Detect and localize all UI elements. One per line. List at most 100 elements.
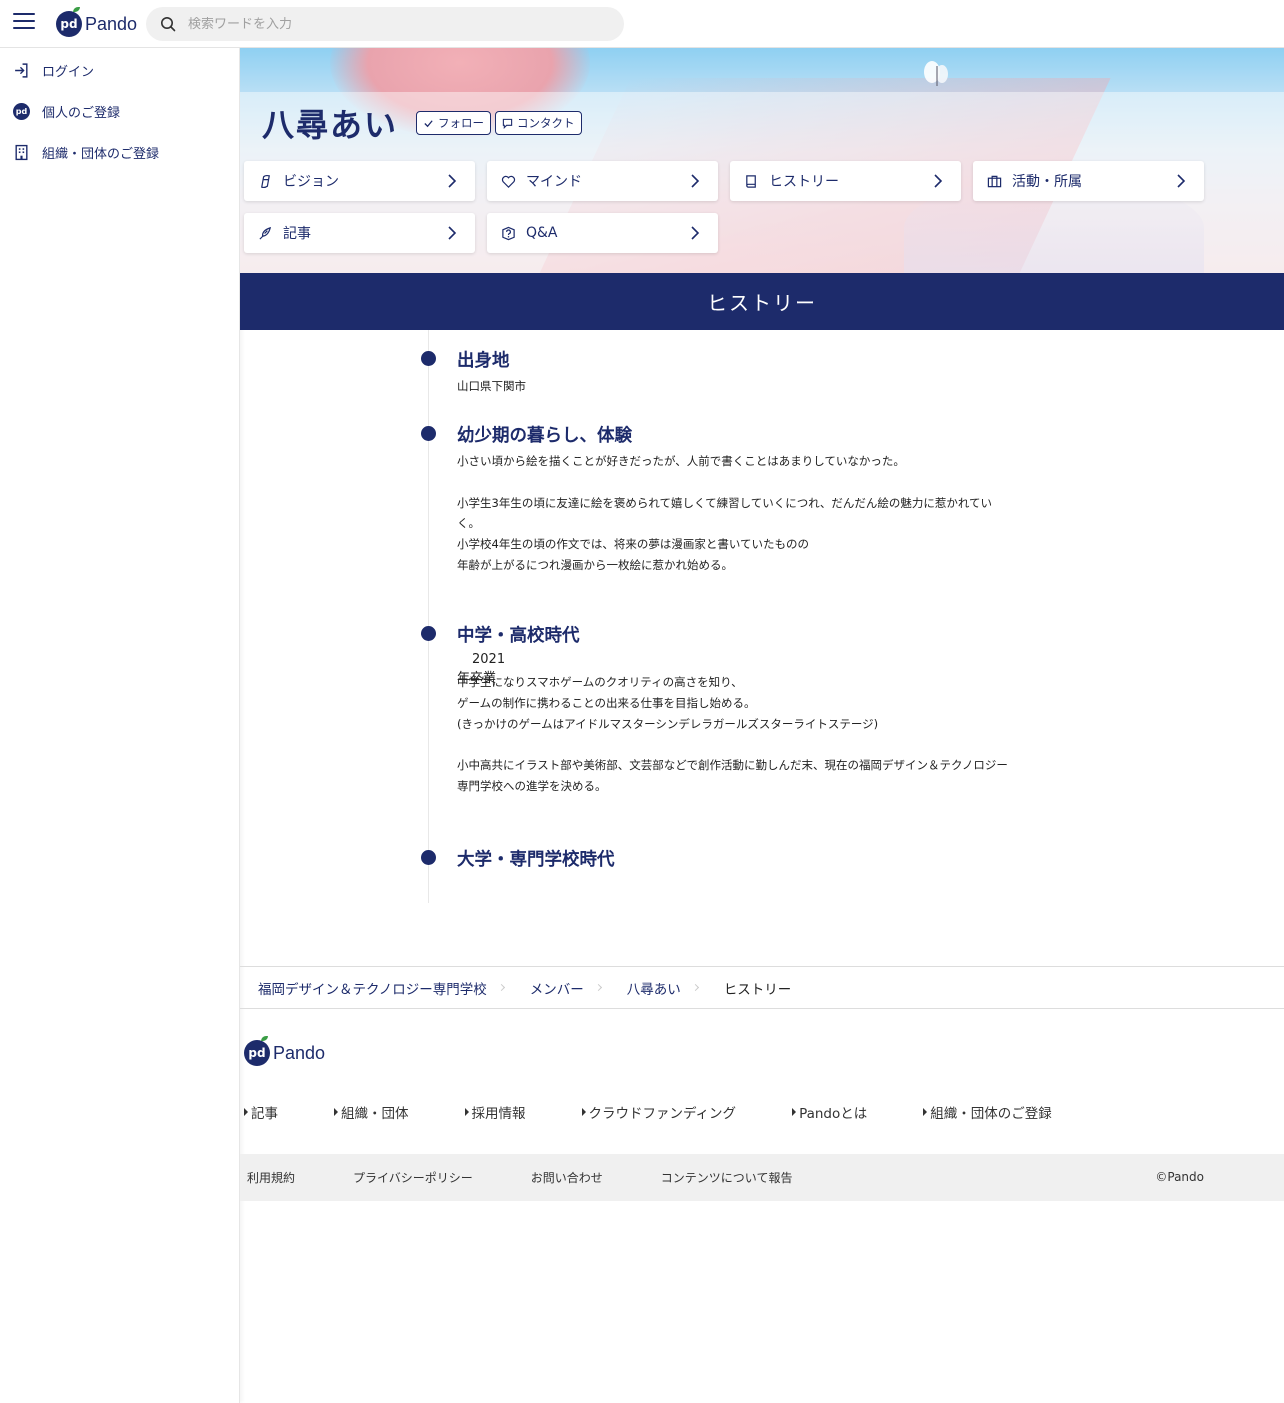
footer-link-label: 採用情報: [471, 1106, 526, 1122]
check-icon: [424, 119, 433, 127]
footer-link-label: 記事: [251, 1106, 278, 1122]
book-icon: [746, 174, 756, 188]
footer-link-label: クラウドファンディング: [588, 1106, 737, 1122]
chevron-right-icon: [448, 174, 457, 188]
sidebar-item-login[interactable]: ログイン: [0, 50, 239, 91]
chevron-right-icon: [691, 174, 700, 188]
breadcrumb-school[interactable]: 福岡デザイン＆テクノロジー専門学校: [258, 978, 487, 998]
nav-mind[interactable]: マインド: [487, 161, 718, 201]
caret-right-icon: [244, 1108, 248, 1116]
briefcase-icon: [987, 175, 1002, 187]
nav-label: 記事: [283, 226, 311, 242]
timeline-dot: [421, 850, 436, 865]
search-bar[interactable]: [146, 7, 624, 41]
footer-link-org-registration[interactable]: 組織・団体のご登録: [923, 1102, 1052, 1122]
profile-name: 八尋あい: [262, 106, 399, 144]
section-title-banner: ヒストリー: [240, 273, 1284, 330]
copyright: ©Pando: [1155, 1170, 1204, 1184]
history-timeline: 出身地 山口県下関市 幼少期の暮らし、体験 小さい頃から絵を描くことが好きだった…: [240, 330, 1284, 903]
chevron-right-icon: [448, 226, 457, 240]
butterfly-icon: [924, 61, 948, 86]
footer-link-about[interactable]: Pandoとは: [792, 1102, 867, 1122]
chevron-right-icon: [691, 226, 700, 240]
footer-links: 記事 組織・団体 採用情報 クラウドファンディング Pandoとは 組織・団体の…: [244, 1102, 1052, 1122]
footer-link-organizations[interactable]: 組織・団体: [334, 1102, 409, 1122]
subfooter-link-contact[interactable]: お問い合わせ: [531, 1169, 603, 1186]
main-content: 八尋あい フォロー コンタクト ビジョン マインド ヒストリー 活動・所属 記事…: [240, 48, 1284, 903]
contact-label: コンタクト: [517, 116, 575, 130]
question-icon: [502, 226, 515, 240]
footer-link-jobs[interactable]: 採用情報: [464, 1102, 526, 1122]
breadcrumb-separator-icon: [594, 983, 602, 992]
vision-icon: [261, 174, 270, 188]
footer-logo[interactable]: pd Pando: [244, 1036, 326, 1066]
footer-link-articles[interactable]: 記事: [244, 1102, 278, 1122]
caret-right-icon: [581, 1108, 586, 1116]
breadcrumb-separator-icon: [691, 983, 699, 992]
subfooter-link-report[interactable]: コンテンツについて報告: [661, 1169, 793, 1186]
sidebar-item-label: 個人のご登録: [42, 106, 121, 121]
nav-label: マインド: [526, 174, 582, 190]
footer-link-label: Pandoとは: [799, 1106, 868, 1122]
hamburger-menu-icon[interactable]: [13, 13, 35, 31]
building-icon: [15, 144, 28, 161]
timeline-body: 小さい頃から絵を描くことが好きだったが、人前で書くことはあまりしていなかった。 …: [457, 454, 993, 572]
nav-articles[interactable]: 記事: [244, 213, 475, 253]
timeline-dot: [421, 426, 436, 441]
timeline-body: 中学生になりスマホゲームのクオリティの高さを知り、 ゲームの制作に携わることの出…: [457, 675, 1008, 793]
breadcrumb-profile[interactable]: 八尋あい: [627, 978, 681, 998]
sidebar-item-organization-registration[interactable]: 組織・団体のご登録: [0, 132, 239, 173]
breadcrumb-current: ヒストリー: [723, 981, 792, 998]
follow-label: フォロー: [438, 116, 485, 130]
chevron-right-icon: [934, 174, 943, 188]
subfooter: 利用規約 プライバシーポリシー お問い合わせ コンテンツについて報告 ©Pand…: [240, 1154, 1284, 1201]
search-icon[interactable]: [160, 16, 176, 32]
message-icon: [502, 118, 513, 129]
nav-label: ヒストリー: [769, 174, 839, 190]
footer-link-label: 組織・団体: [341, 1106, 409, 1122]
login-icon: [15, 63, 28, 78]
sidebar-item-label: ログイン: [42, 65, 95, 80]
section-title: ヒストリー: [707, 291, 817, 315]
nav-history[interactable]: ヒストリー: [730, 161, 961, 201]
nav-qa[interactable]: Q&A: [487, 213, 718, 253]
top-header: pd Pando: [0, 0, 1284, 48]
chevron-right-icon: [1177, 174, 1186, 188]
sidebar-item-label: 組織・団体のご登録: [42, 147, 160, 162]
footer-link-label: 組織・団体のご登録: [930, 1106, 1052, 1122]
footer-link-crowdfunding[interactable]: クラウドファンディング: [581, 1102, 737, 1122]
nav-activities[interactable]: 活動・所属: [973, 161, 1204, 201]
nav-vision[interactable]: ビジョン: [244, 161, 475, 201]
timeline-title: 出身地: [457, 351, 510, 371]
search-input[interactable]: [188, 16, 588, 32]
pen-icon: [259, 226, 272, 240]
pando-logo-icon: pd: [13, 103, 30, 120]
sidebar-item-personal-registration[interactable]: pd 個人のご登録: [0, 91, 239, 132]
sidebar: ログイン pd 個人のご登録 組織・団体のご登録: [0, 48, 240, 1403]
logo-mark: pd: [56, 7, 82, 37]
profile-header: 八尋あい フォロー コンタクト: [262, 100, 582, 146]
follow-button[interactable]: フォロー: [416, 111, 492, 135]
pando-logo[interactable]: pd Pando: [56, 7, 138, 40]
nav-label: 活動・所属: [1012, 174, 1082, 190]
breadcrumb: 福岡デザイン＆テクノロジー専門学校 メンバー 八尋あい ヒストリー: [240, 966, 1284, 1009]
nav-label: ビジョン: [283, 174, 339, 190]
breadcrumb-members[interactable]: メンバー: [530, 978, 584, 998]
timeline-dot: [421, 351, 436, 366]
timeline-body: 山口県下関市: [457, 379, 526, 393]
timeline-dot: [421, 626, 436, 641]
breadcrumb-separator-icon: [497, 983, 505, 992]
subfooter-link-terms[interactable]: 利用規約: [247, 1169, 295, 1186]
caret-right-icon: [334, 1108, 338, 1116]
timeline-title: 中学・高校時代: [457, 626, 580, 646]
contact-button[interactable]: コンタクト: [495, 111, 582, 135]
logo-text: Pando: [85, 13, 138, 34]
nav-label: Q&A: [526, 225, 558, 241]
heart-icon: [501, 175, 516, 188]
logo-text: Pando: [273, 1042, 326, 1063]
logo-mark: pd: [244, 1036, 270, 1066]
subfooter-link-privacy[interactable]: プライバシーポリシー: [353, 1169, 473, 1186]
caret-right-icon: [792, 1108, 797, 1116]
caret-right-icon: [464, 1108, 469, 1116]
timeline-title: 幼少期の暮らし、体験: [457, 426, 632, 446]
